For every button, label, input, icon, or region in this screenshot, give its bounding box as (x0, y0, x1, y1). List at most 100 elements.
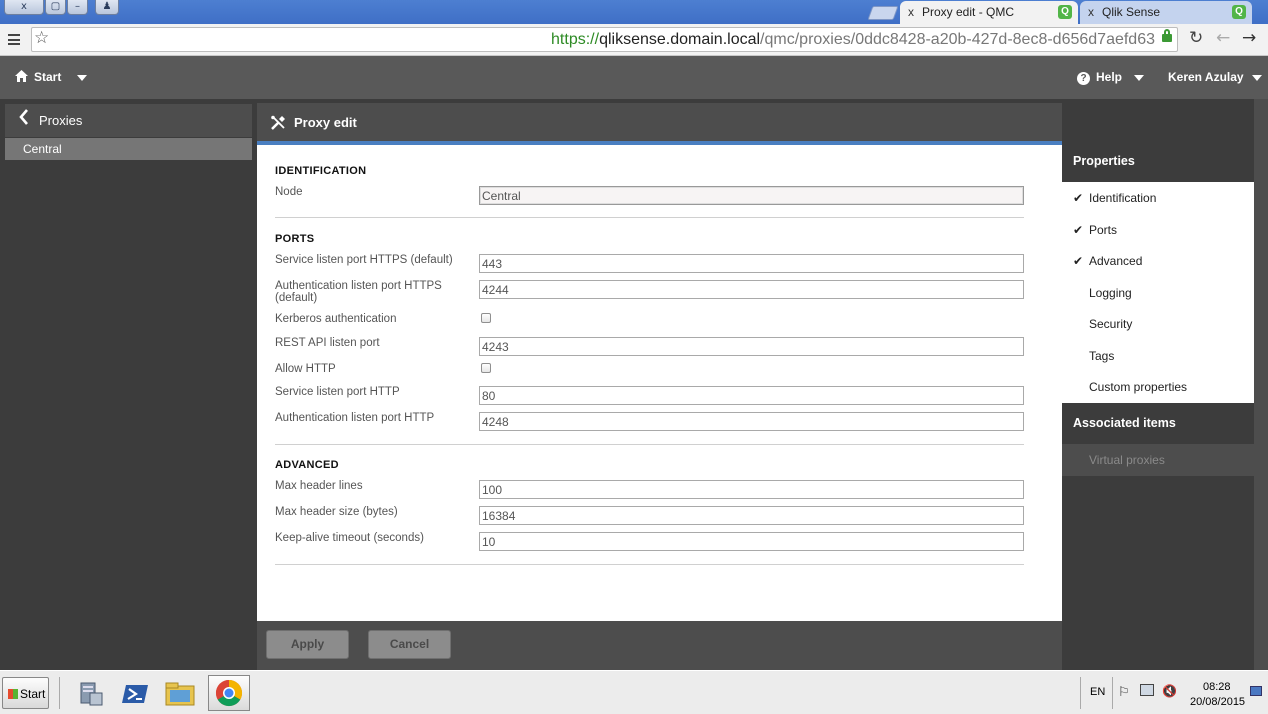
chevron-down-icon (1134, 74, 1145, 81)
max-header-size-label: Max header size (bytes) (275, 506, 398, 518)
auth-http-port-field[interactable] (479, 412, 1024, 431)
language-indicator[interactable]: EN (1090, 686, 1105, 698)
main-panel-header: Proxy edit (257, 103, 1062, 141)
service-http-port-field[interactable] (479, 386, 1024, 405)
property-label: Advanced (1089, 254, 1143, 268)
qmc-header: Start ? Help Keren Azulay (0, 56, 1268, 99)
volume-muted-icon[interactable]: 🔇 (1162, 684, 1177, 698)
url-path: /qmc/proxies/0ddc8428-a20b-427d-8ec8-d65… (760, 31, 1155, 48)
property-item-advanced[interactable]: ✔ Advanced (1073, 254, 1143, 268)
new-tab-button[interactable] (867, 6, 899, 20)
property-label: Logging (1089, 286, 1132, 300)
tab-close-icon[interactable]: x (908, 5, 914, 19)
file-explorer-icon[interactable] (162, 677, 198, 709)
max-header-lines-label: Max header lines (275, 480, 363, 492)
tab-qlik-sense[interactable]: x Qlik Sense Q (1080, 1, 1252, 24)
network-icon[interactable] (1140, 684, 1154, 696)
rest-api-label: REST API listen port (275, 337, 380, 349)
tab-label: Qlik Sense (1102, 5, 1161, 19)
page-title: Proxy edit (294, 115, 357, 130)
property-item-security[interactable]: Security (1089, 317, 1132, 331)
ports-heading: PORTS (275, 233, 315, 245)
back-label: Proxies (39, 113, 83, 128)
url-scheme: https:// (551, 31, 600, 48)
page-scrollbar[interactable] (1254, 99, 1268, 670)
property-item-custom-properties[interactable]: Custom properties (1089, 380, 1187, 394)
max-header-lines-field[interactable] (479, 480, 1024, 499)
node-field[interactable] (479, 186, 1024, 205)
property-label: Identification (1089, 191, 1157, 205)
tab-close-icon[interactable]: x (1088, 5, 1094, 19)
url-host: qliksense.domain.local (599, 31, 761, 48)
show-desktop-icon[interactable] (1250, 686, 1262, 696)
chrome-taskbar-icon[interactable] (208, 675, 250, 711)
windows-start-button[interactable]: Start (2, 677, 49, 709)
kerberos-checkbox[interactable] (481, 313, 491, 323)
close-window-button[interactable]: x (4, 0, 44, 15)
minimize-window-button[interactable]: – (67, 0, 88, 15)
proxy-edit-form: IDENTIFICATION Node PORTS Service listen… (257, 145, 1062, 621)
properties-heading: Properties (1073, 154, 1135, 168)
user-name: Keren Azulay (1168, 70, 1244, 84)
tools-icon (270, 115, 286, 134)
user-menu-button[interactable]: Keren Azulay (1168, 70, 1262, 84)
start-menu-button[interactable]: Start (15, 70, 88, 85)
service-https-port-field[interactable] (479, 254, 1024, 273)
properties-list: ✔ Identification ✔ Ports ✔ Advanced Logging… (1062, 182, 1254, 403)
help-menu-button[interactable]: ? Help (1077, 70, 1145, 85)
rest-api-port-field[interactable] (479, 337, 1024, 356)
allow-http-label: Allow HTTP (275, 363, 336, 375)
lock-icon[interactable] (1162, 29, 1172, 42)
system-tray: EN ⚐ 🔇 08:28 20/08/2015 (1080, 671, 1268, 714)
back-to-proxies-button[interactable]: Proxies (5, 104, 252, 137)
apply-button[interactable]: Apply (266, 630, 349, 659)
node-label: Node (275, 186, 303, 198)
clock-date[interactable]: 20/08/2015 (1190, 696, 1245, 708)
server-manager-icon[interactable] (72, 677, 108, 709)
left-nav-item-central[interactable]: Central (5, 138, 252, 160)
property-item-ports[interactable]: ✔ Ports (1073, 223, 1118, 237)
clock-time[interactable]: 08:28 (1203, 681, 1231, 693)
tab-proxy-edit[interactable]: x Proxy edit - QMC Q (900, 1, 1078, 24)
property-label: Tags (1089, 349, 1115, 363)
properties-pane: Properties ✔ Identification ✔ Ports ✔ Advan… (1062, 141, 1254, 670)
address-bar[interactable]: ☆ https://qliksense.domain.local/qmc/pro… (31, 27, 1178, 52)
form-footer: Apply Cancel (257, 621, 1062, 670)
bookmark-star-icon[interactable]: ☆ (34, 28, 49, 48)
restore-window-button[interactable]: ▢ (45, 0, 66, 15)
kerberos-label: Kerberos authentication (275, 313, 397, 325)
associated-item-virtual-proxies[interactable]: Virtual proxies (1062, 444, 1254, 476)
associated-items-heading: Associated items (1073, 416, 1176, 430)
home-icon (15, 70, 28, 85)
property-item-logging[interactable]: Logging (1089, 286, 1132, 300)
keep-alive-label: Keep-alive timeout (seconds) (275, 532, 424, 544)
reload-icon[interactable]: ↻ (1189, 28, 1203, 48)
auth-https-port-field[interactable] (479, 280, 1024, 299)
property-label: Security (1089, 317, 1133, 331)
help-icon: ? (1077, 72, 1090, 85)
qlik-icon: Q (1232, 5, 1246, 19)
service-https-label: Service listen port HTTPS (default) (275, 254, 453, 266)
chevron-left-icon (19, 109, 29, 128)
property-item-tags[interactable]: Tags (1089, 349, 1114, 363)
cancel-button[interactable]: Cancel (368, 630, 451, 659)
url-text[interactable]: https://qliksense.domain.local/qmc/proxi… (551, 31, 1155, 49)
keep-alive-field[interactable] (479, 532, 1024, 551)
powershell-icon[interactable] (118, 677, 154, 709)
property-label: Ports (1089, 223, 1118, 237)
back-arrow-icon[interactable]: ← (1216, 28, 1230, 48)
help-label: Help (1096, 70, 1123, 84)
property-label: Custom properties (1089, 380, 1188, 394)
section-divider (275, 217, 1024, 218)
flag-icon[interactable]: ⚐ (1118, 685, 1130, 700)
windows-taskbar: Start EN ⚐ 🔇 08:28 20/08/2015 (0, 670, 1268, 714)
browser-tab-strip: x ▢ – ♟ x Proxy edit - QMC Q x Qlik Sens… (0, 0, 1268, 24)
menu-icon[interactable] (8, 34, 20, 45)
property-item-identification[interactable]: ✔ Identification (1073, 191, 1157, 205)
allow-http-checkbox[interactable] (481, 363, 491, 373)
section-divider (275, 564, 1024, 565)
user-profile-button[interactable]: ♟ (95, 0, 119, 15)
browser-toolbar: ☆ https://qliksense.domain.local/qmc/pro… (0, 24, 1268, 56)
forward-arrow-icon[interactable]: → (1242, 28, 1256, 48)
max-header-size-field[interactable] (479, 506, 1024, 525)
